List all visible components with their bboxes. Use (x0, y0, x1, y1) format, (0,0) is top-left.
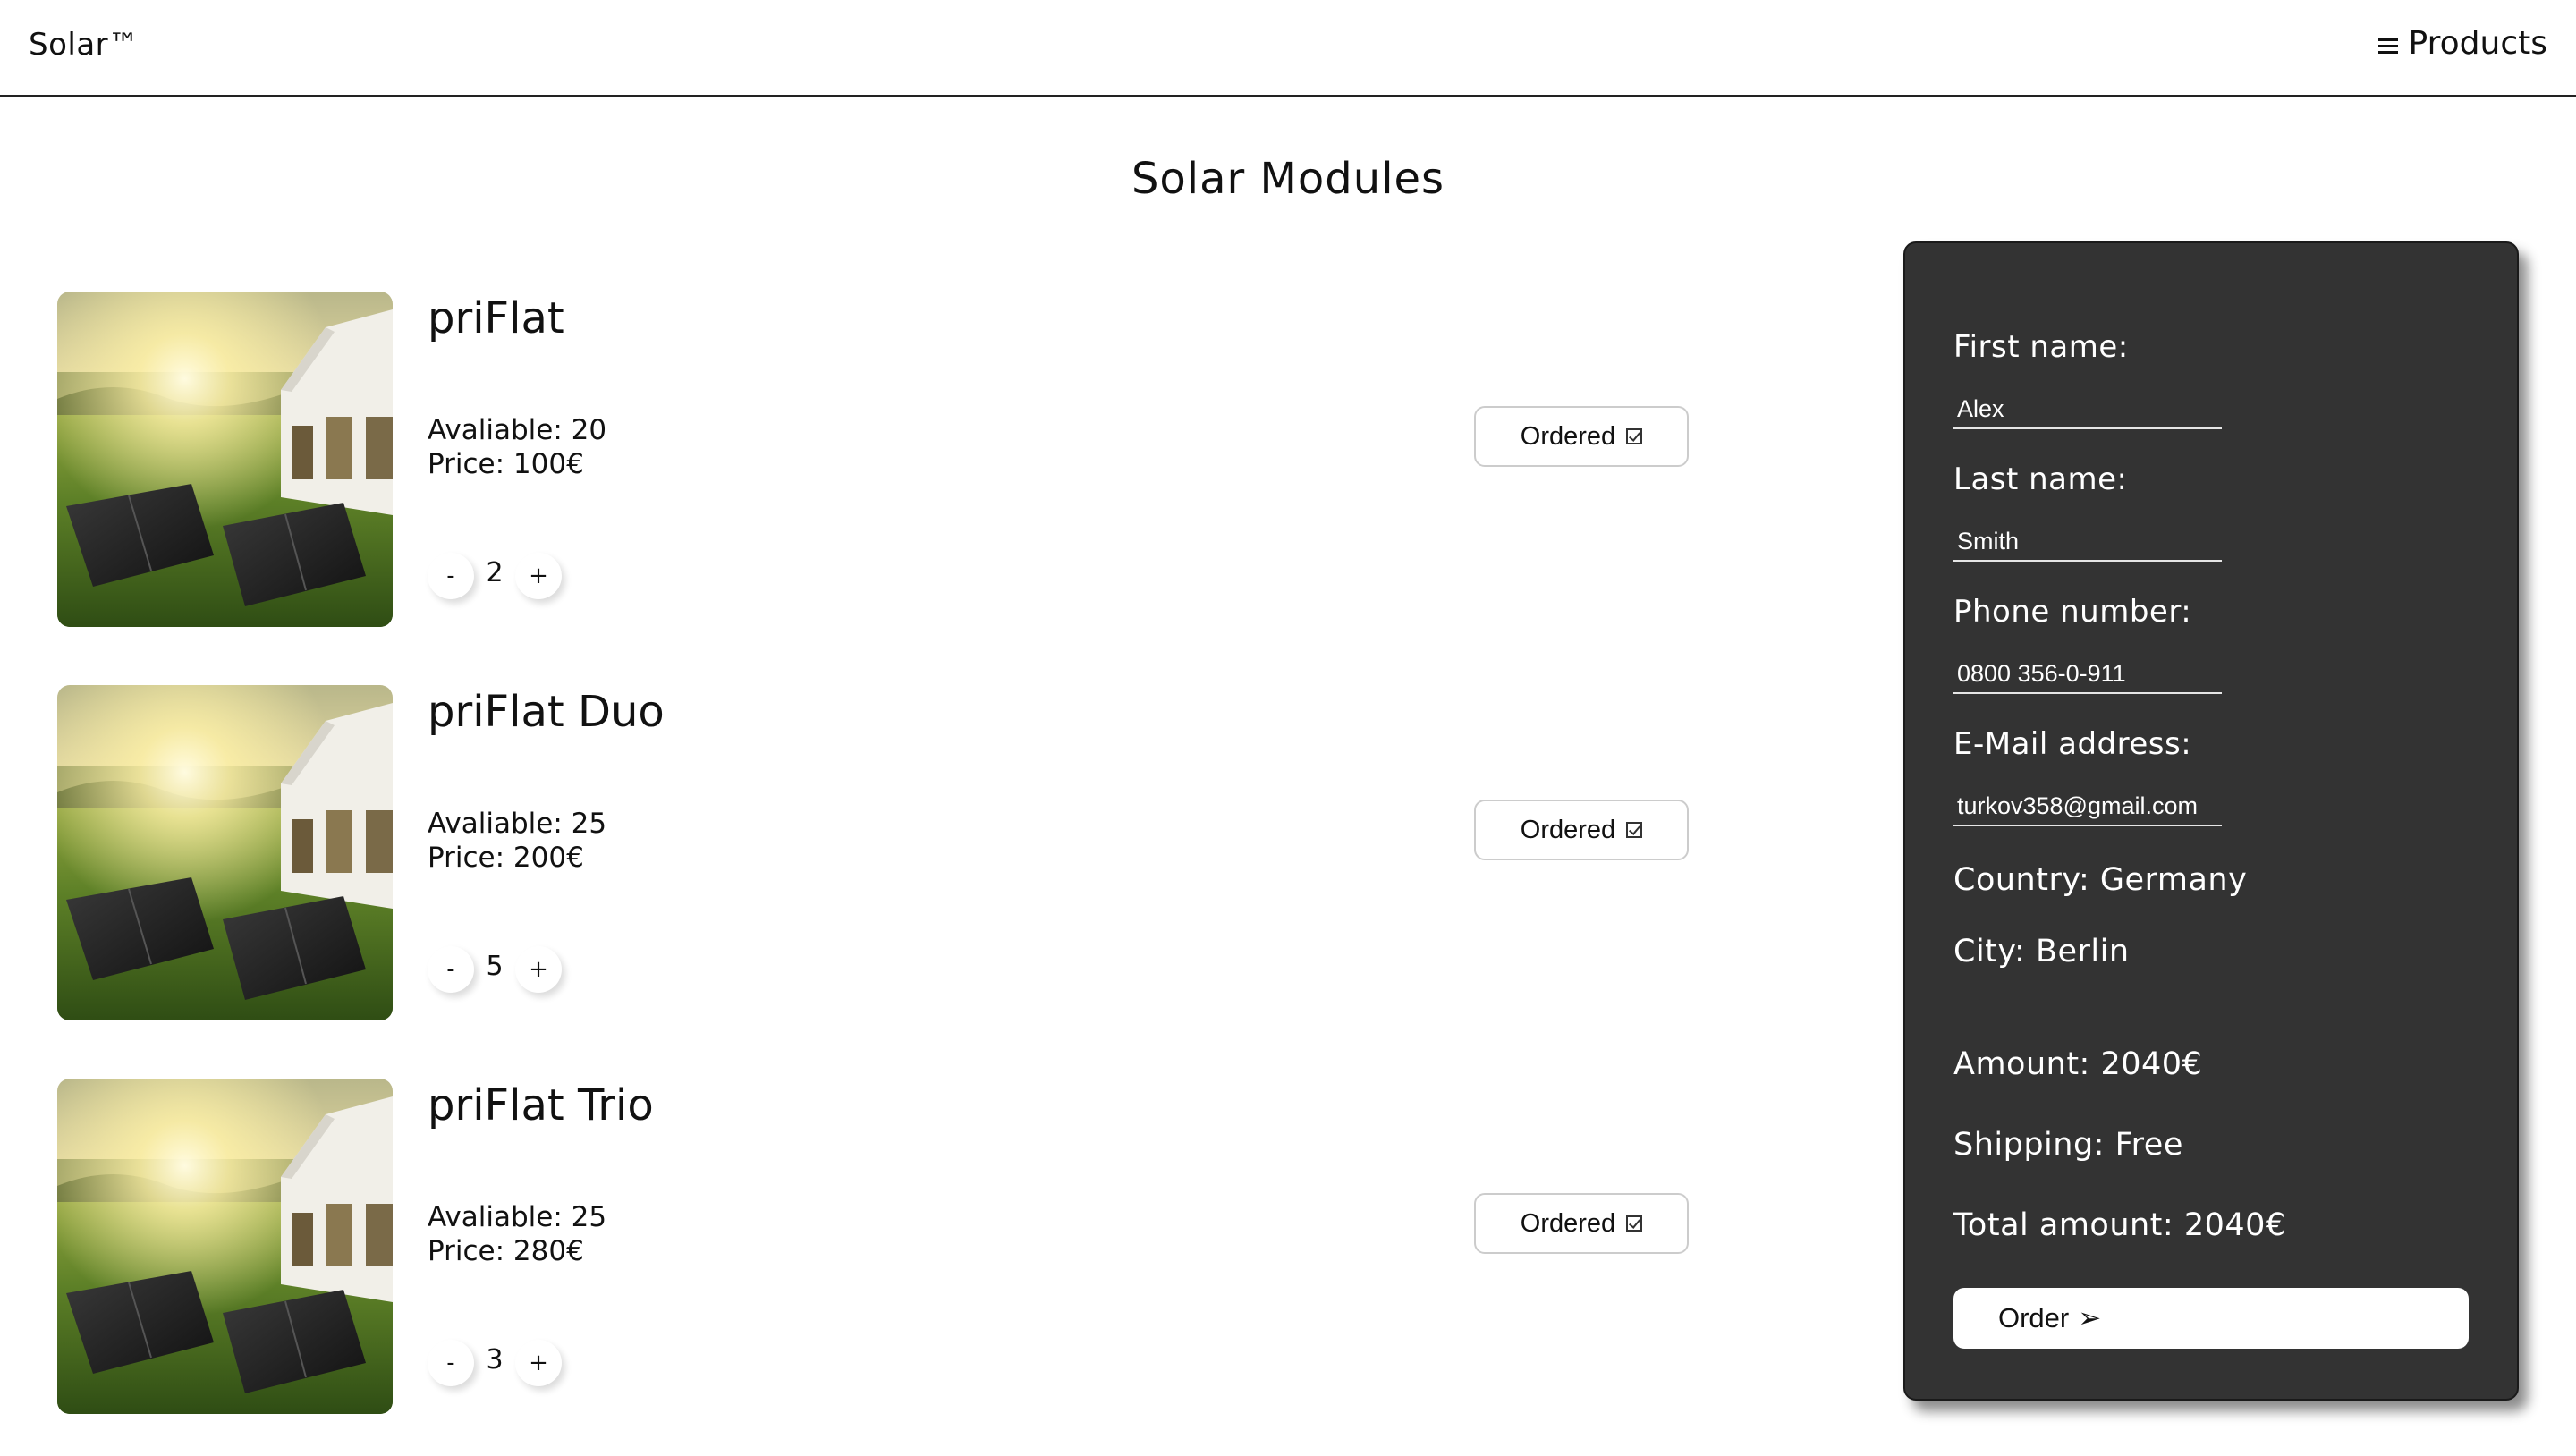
decrement-button[interactable]: - (428, 553, 474, 599)
city-text: City: Berlin (1953, 934, 2130, 969)
menu-icon (2377, 37, 2398, 55)
total-amount-text: Total amount: 2040€ (1953, 1207, 2286, 1243)
products-menu-label: Products (2408, 25, 2547, 62)
shipping-text: Shipping: Free (1953, 1127, 2183, 1163)
increment-button[interactable]: + (515, 1340, 562, 1386)
quantity-stepper: - 3 + (428, 1340, 562, 1386)
checkbox-checked-icon (1626, 428, 1643, 444)
product-image (57, 1079, 393, 1414)
product-details: Avaliable: 20 Price: 100€ (428, 413, 606, 481)
product-name: priFlat Trio (428, 1080, 654, 1130)
ordered-label: Ordered (1520, 815, 1616, 844)
product-card: priFlat Trio Avaliable: 25 Price: 280€ -… (57, 1079, 1721, 1415)
decrement-button[interactable]: - (428, 1340, 474, 1386)
ordered-toggle-button[interactable]: Ordered (1474, 1193, 1689, 1254)
order-button[interactable]: Order ➢ (1953, 1288, 2469, 1349)
product-image (57, 292, 393, 627)
increment-button[interactable]: + (515, 946, 562, 993)
page-title: Solar Modules (1131, 154, 1445, 204)
product-card: priFlat Avaliable: 20 Price: 100€ - 2 + … (57, 292, 1721, 628)
product-price: Price: 200€ (428, 842, 584, 874)
order-button-label: Order (1998, 1302, 2070, 1333)
product-details: Avaliable: 25 Price: 280€ (428, 1200, 606, 1268)
product-availability: Avaliable: 20 (428, 414, 607, 446)
products-menu-button[interactable]: Products (2377, 25, 2547, 62)
order-form-panel: First name: Last name: Phone number: E-M… (1903, 241, 2519, 1401)
ordered-toggle-button[interactable]: Ordered (1474, 406, 1689, 467)
brand-logo[interactable]: Solar™ (29, 27, 140, 63)
phone-label: Phone number: (1953, 594, 2192, 630)
product-card: priFlat Duo Avaliable: 25 Price: 200€ - … (57, 685, 1721, 1021)
quantity-value: 5 (486, 950, 504, 982)
amount-text: Amount: 2040€ (1953, 1046, 2203, 1082)
product-availability: Avaliable: 25 (428, 808, 607, 840)
arrow-right-icon: ➢ (2078, 1302, 2102, 1333)
quantity-stepper: - 2 + (428, 553, 562, 599)
quantity-value: 2 (486, 556, 504, 588)
first-name-input[interactable] (1953, 390, 2222, 429)
email-input[interactable] (1953, 787, 2222, 826)
quantity-value: 3 (486, 1343, 504, 1376)
country-text: Country: Germany (1953, 862, 2248, 898)
product-image (57, 685, 393, 1020)
last-name-label: Last name: (1953, 461, 2128, 497)
checkbox-checked-icon (1626, 822, 1643, 838)
checkbox-checked-icon (1626, 1215, 1643, 1232)
phone-input[interactable] (1953, 655, 2222, 694)
product-name: priFlat (428, 293, 564, 343)
product-availability: Avaliable: 25 (428, 1201, 607, 1233)
increment-button[interactable]: + (515, 553, 562, 599)
top-navigation-bar: Solar™ Products (0, 0, 2576, 97)
ordered-label: Ordered (1520, 421, 1616, 451)
ordered-label: Ordered (1520, 1208, 1616, 1238)
ordered-toggle-button[interactable]: Ordered (1474, 800, 1689, 860)
email-label: E-Mail address: (1953, 726, 2192, 762)
product-price: Price: 280€ (428, 1235, 584, 1267)
quantity-stepper: - 5 + (428, 946, 562, 993)
product-details: Avaliable: 25 Price: 200€ (428, 807, 606, 875)
first-name-label: First name: (1953, 329, 2129, 365)
last-name-input[interactable] (1953, 522, 2222, 562)
decrement-button[interactable]: - (428, 946, 474, 993)
product-price: Price: 100€ (428, 448, 584, 480)
product-name: priFlat Duo (428, 687, 665, 737)
